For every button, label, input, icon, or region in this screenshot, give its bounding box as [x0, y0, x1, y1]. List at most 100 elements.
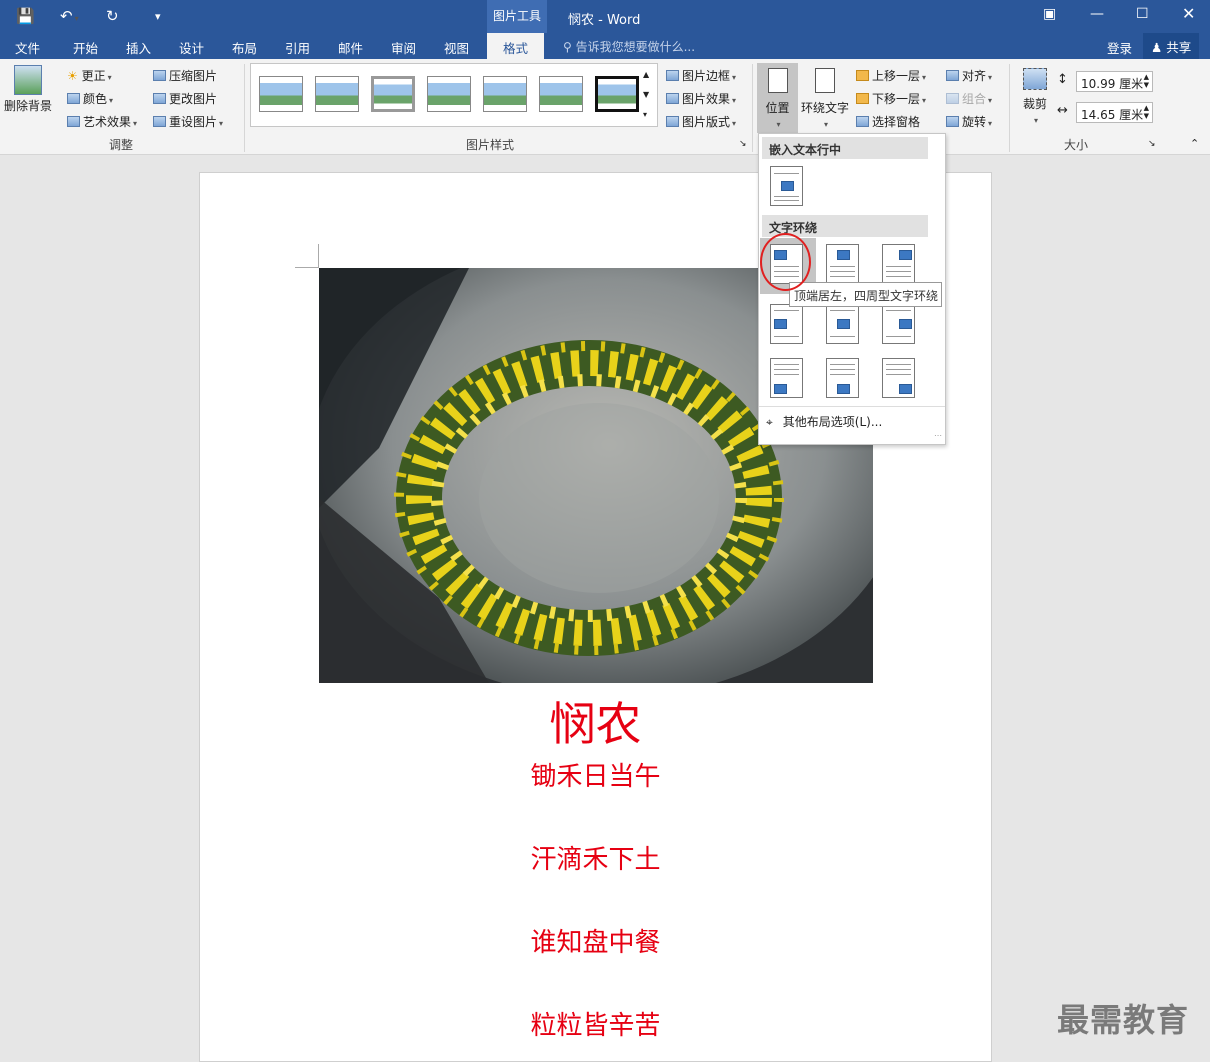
highlight-circle	[760, 233, 811, 291]
selection-pane-label: 选择窗格	[872, 115, 921, 129]
wrap-middle-center-option[interactable]	[826, 304, 859, 344]
tab-mailings[interactable]: 邮件	[338, 38, 363, 57]
tab-design[interactable]: 设计	[179, 38, 204, 57]
share-button[interactable]: ♟ 共享	[1143, 33, 1200, 59]
tab-references[interactable]: 引用	[285, 38, 310, 57]
minimize-icon[interactable]: —	[1090, 6, 1104, 22]
group-objects-icon	[946, 93, 959, 104]
picture-style-thumb[interactable]	[595, 76, 639, 112]
text-line	[830, 374, 855, 375]
dialog-launcher-icon[interactable]: ↘	[739, 139, 747, 149]
save-icon[interactable]: 💾	[16, 7, 35, 25]
wrap-text-button[interactable]: 环绕文字 ▾	[801, 68, 849, 130]
resize-grip-icon[interactable]: ⋯	[934, 431, 942, 440]
rotate-button[interactable]: 旋转 ▾	[946, 113, 992, 130]
tab-home[interactable]: 开始	[73, 38, 98, 57]
poem-line-1[interactable]: 锄禾日当午	[199, 756, 992, 793]
text-line	[774, 364, 799, 365]
more-layout-options-item[interactable]: ⌖ 其他布局选项(L)...	[766, 413, 882, 430]
remove-background-button[interactable]: 删除背景	[4, 65, 52, 114]
send-backward-button[interactable]: 下移一层 ▾	[856, 90, 926, 107]
picture-styles-gallery[interactable]	[250, 63, 658, 127]
wrap-bottom-left-option[interactable]	[770, 358, 803, 398]
artistic-effects-label: 艺术效果	[83, 115, 132, 129]
picture-style-thumb[interactable]	[315, 76, 359, 112]
wrap-middle-right-option[interactable]	[882, 304, 915, 344]
share-label: 共享	[1166, 40, 1192, 55]
picture-style-thumb[interactable]	[427, 76, 471, 112]
bring-forward-button[interactable]: 上移一层 ▾	[856, 67, 926, 84]
chevron-down-icon: ▾	[988, 119, 993, 128]
crop-button[interactable]: 裁剪 ▾	[1018, 68, 1052, 126]
picture-style-thumb[interactable]	[539, 76, 583, 112]
customize-qat-icon[interactable]: ▾	[155, 10, 161, 23]
wrap-top-right-option[interactable]	[882, 244, 915, 284]
compress-pictures-button[interactable]: 压缩图片	[153, 67, 217, 84]
ribbon-display-icon[interactable]: ▣	[1043, 6, 1056, 22]
artistic-effects-icon	[67, 116, 80, 127]
maximize-icon[interactable]: ☐	[1136, 6, 1149, 22]
selection-pane-button[interactable]: 选择窗格	[856, 113, 920, 130]
inline-with-text-option[interactable]	[770, 166, 803, 206]
tell-me-box[interactable]: ⚲ 告诉我您想要做什么...	[563, 38, 695, 55]
gallery-more-icon[interactable]: ▾	[643, 110, 647, 119]
width-spinner[interactable]: ▲ ▼	[1144, 104, 1149, 120]
wrap-middle-left-option[interactable]	[770, 304, 803, 344]
tab-view[interactable]: 视图	[444, 38, 469, 57]
sign-in-link[interactable]: 登录	[1107, 38, 1132, 57]
picture-layout-button[interactable]: 图片版式 ▾	[666, 113, 736, 130]
group-objects-button[interactable]: 组合 ▾	[946, 90, 992, 107]
height-spinner[interactable]: ▲ ▼	[1144, 73, 1149, 89]
tab-format[interactable]: 格式	[487, 33, 545, 59]
poem-line-2[interactable]: 汗滴禾下土	[199, 839, 992, 876]
scroll-down-icon[interactable]: ▼	[643, 90, 649, 99]
tab-review[interactable]: 审阅	[391, 38, 416, 57]
corrections-button[interactable]: ☀ 更正 ▾	[67, 67, 112, 84]
chevron-down-icon: ▾	[219, 119, 224, 128]
picture-border-button[interactable]: 图片边框 ▾	[666, 67, 736, 84]
poem-line-3[interactable]: 谁知盘中餐	[199, 922, 992, 959]
picture-style-thumb[interactable]	[371, 76, 415, 112]
tab-file[interactable]: 文件	[15, 38, 40, 57]
position-button[interactable]: 位置 ▾	[757, 63, 798, 133]
close-icon[interactable]: ✕	[1182, 4, 1195, 23]
width-input[interactable]: 14.65 厘米 ▲ ▼	[1076, 102, 1153, 123]
picture-icon	[899, 319, 912, 329]
picture-style-thumb[interactable]	[483, 76, 527, 112]
poem-title[interactable]: 悯农	[199, 688, 992, 754]
wrap-bottom-right-option[interactable]	[882, 358, 915, 398]
chevron-down-icon: ▾	[988, 96, 993, 105]
picture-style-thumb[interactable]	[259, 76, 303, 112]
ribbon: 删除背景 ☀ 更正 ▾ 颜色 ▾ 艺术效果 ▾ 压缩图片 更改图片 重设图片 ▾ 调整 …	[0, 59, 1210, 155]
redo-icon[interactable]: ↻	[106, 7, 119, 25]
size-dialog-launcher-icon[interactable]: ↘	[1148, 139, 1156, 149]
reset-picture-button[interactable]: 重设图片 ▾	[153, 113, 223, 130]
selection-pane-icon	[856, 116, 869, 127]
collapse-ribbon-icon[interactable]: ⌃	[1190, 137, 1199, 150]
artistic-effects-button[interactable]: 艺术效果 ▾	[67, 113, 137, 130]
picture-icon	[899, 250, 912, 260]
text-line	[886, 266, 911, 267]
align-button[interactable]: 对齐 ▾	[946, 67, 992, 84]
bring-forward-icon	[856, 70, 869, 81]
wrap-bottom-center-option[interactable]	[826, 358, 859, 398]
height-icon: ↕	[1057, 72, 1068, 87]
change-picture-button[interactable]: 更改图片	[153, 90, 217, 107]
picture-effects-button[interactable]: 图片效果 ▾	[666, 90, 736, 107]
gallery-scroll[interactable]: ▲ ▼ ▾	[643, 65, 649, 125]
poem-line-4[interactable]: 粒粒皆辛苦	[199, 1005, 992, 1042]
scroll-up-icon[interactable]: ▲	[643, 70, 649, 79]
margin-mark	[318, 244, 319, 268]
tab-insert[interactable]: 插入	[126, 38, 151, 57]
undo-icon[interactable]: ↶ ▾	[60, 7, 79, 25]
wrap-text-icon	[815, 68, 835, 93]
tab-layout[interactable]: 布局	[232, 38, 257, 57]
picture-icon	[774, 319, 787, 329]
color-button[interactable]: 颜色 ▾	[67, 90, 113, 107]
picture-icon	[781, 181, 794, 191]
picture-layout-icon	[666, 116, 679, 127]
crop-label: 裁剪	[1022, 97, 1047, 111]
wrap-top-center-option[interactable]	[826, 244, 859, 284]
remove-background-icon	[14, 65, 42, 95]
height-input[interactable]: 10.99 厘米 ▲ ▼	[1076, 71, 1153, 92]
